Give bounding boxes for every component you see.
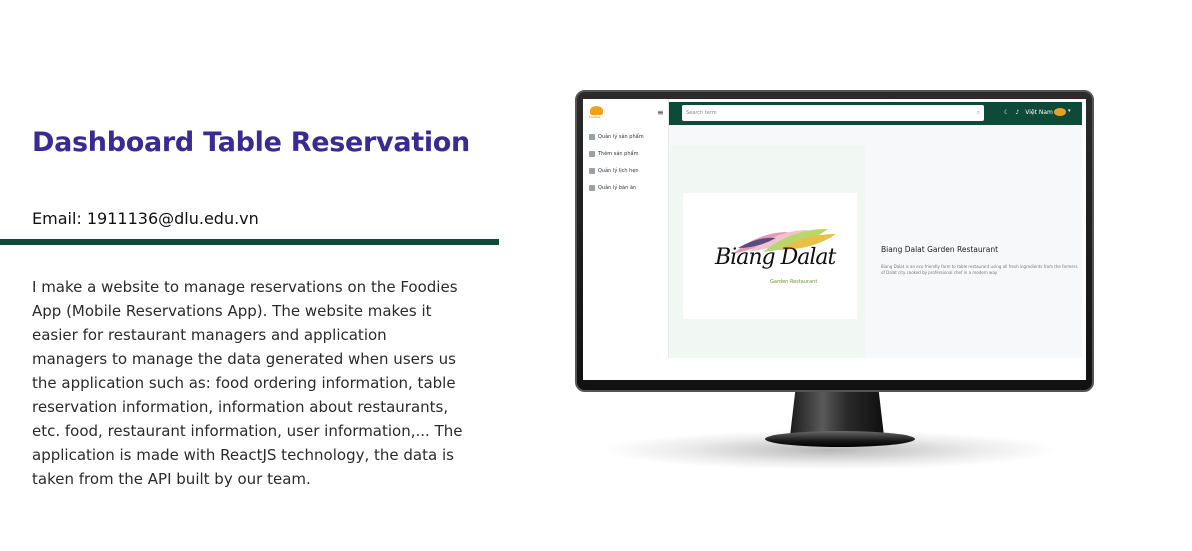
app-logo-text: Foodies (589, 115, 601, 119)
description-line: etc. food, restaurant information, user … (32, 422, 463, 440)
avatar-icon[interactable] (1054, 108, 1066, 116)
monitor-base (765, 431, 915, 447)
chevron-down-icon[interactable]: ▾ (1068, 108, 1071, 114)
sidebar-item-add-product[interactable]: Thêm sản phẩm (589, 149, 638, 159)
search-input[interactable]: Search term ⌕ (682, 105, 984, 121)
app-topbar: Search term ⌕ ☾ ♪ Việt Nam ▾ (669, 102, 1082, 125)
description-line: easier for restaurant managers and appli… (32, 326, 387, 344)
description-line: managers to manage the data generated wh… (32, 350, 456, 368)
truck-icon (589, 168, 595, 174)
restaurant-name: Biang Dalat Garden Restaurant (881, 245, 999, 254)
screen-bottom-bar (583, 358, 1086, 380)
sidebar-item-label: Quản lý sản phẩm (598, 134, 644, 140)
description-line: reservation information, information abo… (32, 398, 449, 416)
contact-email: Email: 1911136@dlu.edu.vn (32, 209, 259, 228)
cart-icon (589, 151, 595, 157)
box-icon (589, 134, 595, 140)
page-title: Dashboard Table Reservation (32, 127, 470, 158)
monitor-stand (790, 388, 884, 436)
topbar-actions: ☾ ♪ Việt Nam (1004, 109, 1053, 116)
sidebar-item-label: Quản lý lịch hẹn (598, 168, 639, 174)
monitor-screen: Foodies ≡ Quản lý sản phẩm Thêm sản phẩm… (583, 99, 1086, 380)
sidebar-item-tables[interactable]: Quản lý bàn ăn (589, 183, 636, 193)
sidebar-item-label: Thêm sản phẩm (598, 151, 639, 157)
description-line: taken from the API built by our team. (32, 470, 311, 488)
description-line: the application such as: food ordering i… (32, 374, 456, 392)
description-line: I make a website to manage reservations … (32, 278, 458, 296)
restaurant-logo-subtitle: Garden Restaurant (770, 279, 818, 285)
project-description: I make a website to manage reservations … (32, 275, 484, 495)
moon-icon[interactable]: ☾ (1004, 109, 1009, 116)
description-line: application is made with ReactJS technol… (32, 446, 454, 464)
sidebar-item-label: Quản lý bàn ăn (598, 185, 637, 191)
sidebar-item-products[interactable]: Quản lý sản phẩm (589, 132, 644, 142)
search-icon[interactable]: ⌕ (977, 109, 980, 117)
search-placeholder: Search term (686, 110, 717, 116)
section-divider (0, 239, 499, 245)
restaurant-logo-script: Biang Dalat (715, 245, 836, 270)
language-label[interactable]: Việt Nam (1025, 109, 1053, 116)
restaurant-description: Biang Dalat is an eco friendly farm to t… (881, 264, 1078, 275)
sidebar-item-appointments[interactable]: Quản lý lịch hẹn (589, 166, 639, 176)
app-sidebar: Foodies ≡ Quản lý sản phẩm Thêm sản phẩm… (583, 99, 669, 380)
bell-icon[interactable]: ♪ (1015, 109, 1019, 116)
list-icon (589, 185, 595, 191)
hamburger-menu-icon[interactable]: ≡ (657, 109, 664, 117)
foodies-logo-icon[interactable] (590, 106, 603, 115)
restaurant-logo-card: Biang Dalat Garden Restaurant (683, 193, 857, 319)
description-line: App (Mobile Reservations App). The websi… (32, 302, 432, 320)
